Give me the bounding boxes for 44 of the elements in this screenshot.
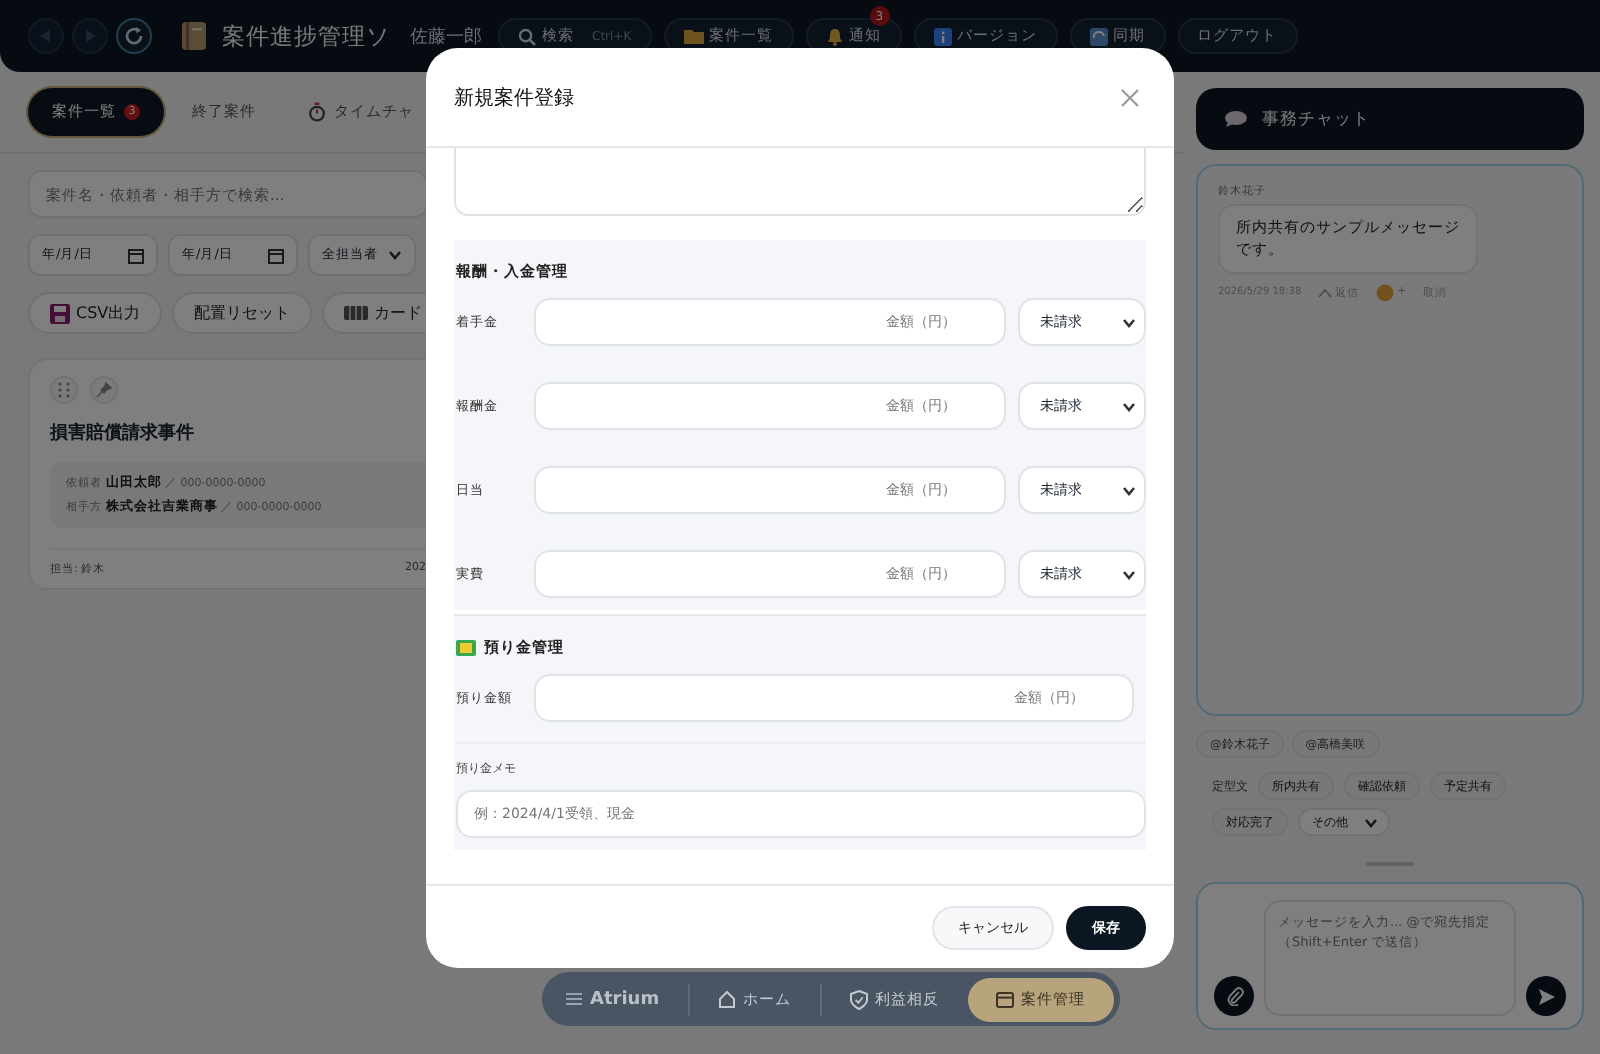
grip-icon — [58, 382, 70, 398]
reload-button[interactable] — [116, 18, 152, 54]
emoji-icon — [1375, 283, 1394, 301]
calendar-icon — [995, 990, 1014, 1008]
cards-icon — [344, 306, 369, 320]
pin-button[interactable] — [90, 376, 118, 404]
send-button[interactable] — [1526, 976, 1566, 1016]
nav-item[interactable]: Atrium — [566, 977, 676, 1021]
chevron-icon — [1364, 817, 1378, 827]
menu-icon — [566, 992, 582, 1006]
action-button[interactable]: カード — [322, 292, 427, 334]
pin-icon — [96, 382, 112, 398]
chat-title: 事務チャット — [1262, 107, 1370, 131]
chevron-icon — [1122, 317, 1136, 327]
drag-handle[interactable] — [50, 376, 78, 404]
shield-icon — [849, 989, 868, 1009]
chevron-icon — [1122, 401, 1136, 411]
notes-field[interactable] — [454, 148, 1146, 216]
search-icon — [518, 27, 536, 45]
reload-icon — [124, 26, 144, 46]
folder-icon — [683, 28, 704, 44]
paperclip-icon — [1225, 986, 1243, 1006]
reply-icon — [1317, 287, 1332, 297]
case-title: 損害賠償請求事件 — [50, 420, 196, 446]
action-button[interactable]: CSV出力 — [28, 292, 163, 334]
chevron-icon — [1122, 485, 1136, 495]
money-icon — [456, 640, 476, 656]
floppy-icon — [50, 303, 70, 323]
speech-bubble-icon — [1224, 110, 1248, 128]
bell-icon — [825, 27, 844, 45]
stopwatch-icon — [308, 102, 326, 122]
chevron-icon — [1122, 569, 1136, 579]
close-icon — [1120, 87, 1140, 107]
action-button[interactable]: 配置リセット — [172, 292, 313, 334]
send-icon — [1537, 987, 1555, 1005]
attach-button[interactable] — [1214, 976, 1254, 1016]
chevron-icon — [388, 250, 402, 260]
calendar-icon — [128, 247, 144, 263]
app-title: 案件進捗管理ソ — [222, 21, 390, 51]
home-icon — [717, 990, 736, 1008]
book-icon — [180, 20, 208, 52]
calendar-icon — [268, 247, 284, 263]
dialog-title: 新規案件登録 — [454, 85, 574, 111]
user-name: 佐藤一郎 — [410, 25, 482, 49]
